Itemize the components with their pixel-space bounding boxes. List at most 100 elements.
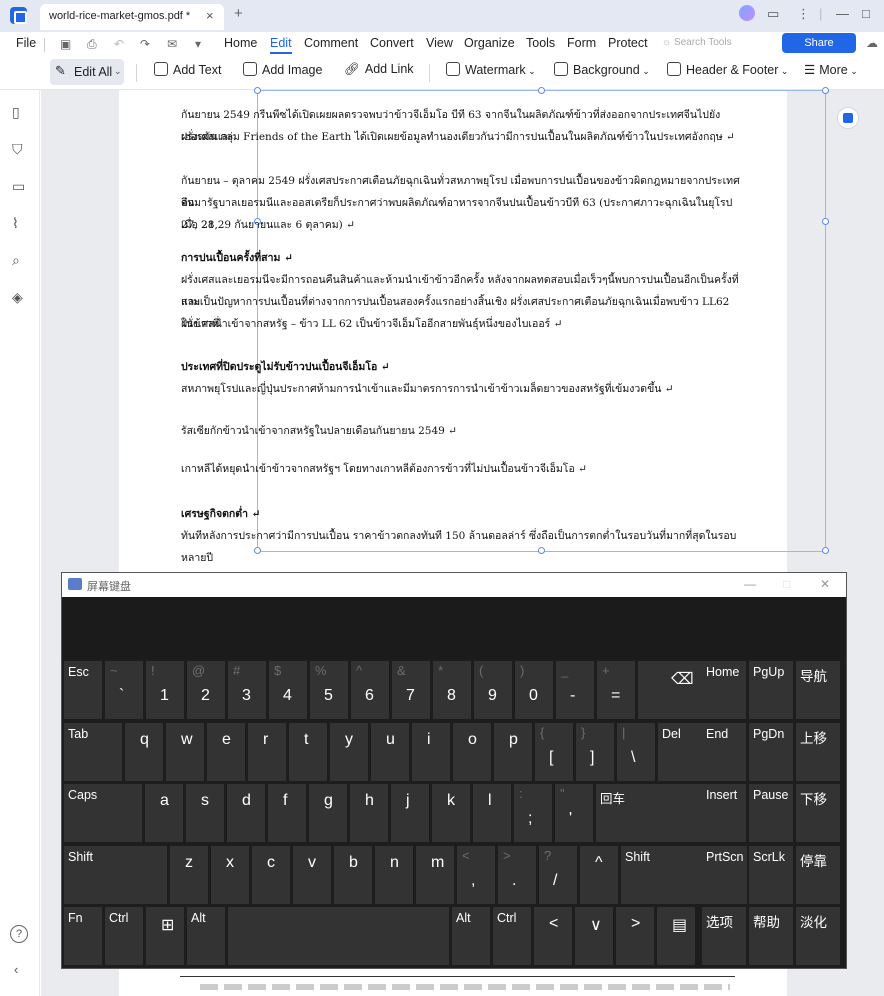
key-l[interactable]: l — [473, 784, 511, 842]
key-[interactable]: ^ — [580, 846, 618, 904]
key-Ctrl[interactable]: Ctrl — [493, 907, 531, 965]
key-[interactable]: _ - — [556, 661, 594, 719]
menu-form[interactable]: Form — [567, 36, 596, 50]
key-b[interactable]: b — [334, 846, 372, 904]
attachment-icon[interactable]: ⌇ — [12, 215, 19, 232]
page-thumbnail-icon[interactable]: ▯ — [12, 104, 20, 121]
paragraph-line[interactable]: ฝรั่งเศสนำเข้าจากสหรัฐ – ข้าว LL 62 เป็น… — [181, 313, 741, 335]
new-tab-icon[interactable]: + — [234, 5, 243, 22]
search-icon[interactable]: ⌕ — [12, 252, 20, 269]
key-[interactable]: ⌫ — [638, 661, 711, 719]
key-2[interactable]: @2 — [187, 661, 225, 719]
key-[interactable]: }] — [576, 723, 614, 781]
menu-comment[interactable]: Comment — [304, 36, 358, 50]
key-d[interactable]: d — [227, 784, 265, 842]
section-heading[interactable]: ประเทศที่ปิดประตูไม่รับข้าวปนเปื้อนจีเอ็… — [181, 356, 741, 378]
key-o[interactable]: o — [453, 723, 491, 781]
keyboard-title-bar[interactable]: 屏幕键盘 — □ ✕ — [62, 573, 846, 597]
background-dropdown[interactable]: Background ⌄ — [554, 62, 650, 77]
key-nav[interactable]: PgDn — [749, 723, 793, 781]
key-f[interactable]: f — [268, 784, 306, 842]
add-text-button[interactable]: Add Text — [154, 62, 221, 77]
key-nav[interactable]: 帮助 — [749, 907, 793, 965]
keyboard-minimize-icon[interactable]: — — [744, 577, 756, 591]
key-nav[interactable]: 下移 — [796, 784, 840, 842]
paragraph-line[interactable]: 27, 28 29 กันยายนและ 6 ตุลาคม) ↵ — [181, 214, 741, 236]
key-[interactable]: ~ ` — [105, 661, 143, 719]
key-Fn[interactable]: Fn — [64, 907, 102, 965]
key-m[interactable]: m — [416, 846, 454, 904]
key-Ctrl[interactable]: Ctrl — [105, 907, 143, 965]
key-nav[interactable]: 导航 — [796, 661, 840, 719]
key-5[interactable]: % 5 — [310, 661, 348, 719]
email-icon[interactable]: ✉ — [167, 37, 177, 51]
print-icon[interactable]: ⎙ — [87, 37, 97, 52]
resize-handle[interactable] — [822, 87, 829, 94]
key-nav[interactable]: PgUp — [749, 661, 793, 719]
paragraph-line[interactable]: รัสเซียกักข้าวนำเข้าจากสหรัฐในปลายเดือนก… — [181, 420, 741, 442]
key-3[interactable]: #3 — [228, 661, 266, 719]
key-i[interactable]: i — [412, 723, 450, 781]
resize-handle[interactable] — [822, 218, 829, 225]
key-r[interactable]: r — [248, 723, 286, 781]
avatar[interactable] — [739, 5, 755, 21]
section-heading[interactable]: เศรษฐกิจตกต่ำ ↵ — [181, 503, 741, 525]
key-x[interactable]: x — [211, 846, 249, 904]
header-footer-dropdown[interactable]: Header & Footer ⌄ — [667, 62, 788, 77]
paragraph-line[interactable]: ทันทีหลังการประกาศว่ามีการปนเปื้อน ราคาข… — [181, 525, 741, 569]
key-Esc[interactable]: Esc — [64, 661, 102, 719]
key-p[interactable]: p — [494, 723, 532, 781]
key-y[interactable]: y — [330, 723, 368, 781]
key-c[interactable]: c — [252, 846, 290, 904]
key-1[interactable]: ! 1 — [146, 661, 184, 719]
search-tools-input[interactable]: ☼ Search Tools — [662, 37, 732, 48]
cloud-sync-icon[interactable]: ☁ — [866, 36, 878, 50]
key-u[interactable]: u — [371, 723, 409, 781]
maximize-icon[interactable]: □ — [862, 6, 870, 21]
ai-assistant-icon[interactable] — [837, 107, 859, 129]
paragraph-line[interactable]: เกาหลีได้หยุดนำเข้าข้าวจากสหรัฐฯ โดยทางเ… — [181, 458, 741, 480]
key-0[interactable]: ) 0 — [515, 661, 553, 719]
key-nav[interactable]: 选项 — [702, 907, 746, 965]
key-7[interactable]: & 7 — [392, 661, 430, 719]
key-n[interactable]: n — [375, 846, 413, 904]
key-q[interactable]: q — [125, 723, 163, 781]
key-Alt[interactable]: Alt — [187, 907, 225, 965]
key-g[interactable]: g — [309, 784, 347, 842]
document-tab[interactable]: world-rice-market-gmos.pdf * × — [40, 4, 224, 30]
key-[interactable]: >. — [498, 846, 536, 904]
menu-edit[interactable]: Edit — [270, 36, 292, 50]
edit-all-button[interactable]: ✎ Edit All ⌄ — [50, 59, 124, 85]
key-nav[interactable]: 淡化 — [796, 907, 840, 965]
quick-access-dropdown-icon[interactable]: ▾ — [195, 37, 201, 51]
key-nav[interactable]: PrtScn — [702, 846, 746, 904]
key-space[interactable] — [228, 907, 449, 965]
key-Tab[interactable]: Tab — [64, 723, 122, 781]
layers-icon[interactable]: ◈ — [12, 289, 23, 306]
key-e[interactable]: e — [207, 723, 245, 781]
key-[interactable]: > — [616, 907, 654, 965]
menu-file[interactable]: File — [16, 36, 36, 50]
add-link-button[interactable]: 🔗︎ Add Link — [344, 62, 414, 77]
key-k[interactable]: k — [432, 784, 470, 842]
watermark-dropdown[interactable]: Watermark ⌄ — [446, 62, 536, 77]
menu-home[interactable]: Home — [224, 36, 257, 50]
paragraph-line[interactable]: สหภาพยุโรปและญี่ปุ่นประกาศห้ามการนำเข้าแ… — [181, 378, 741, 400]
section-heading[interactable]: การปนเปื้อนครั้งที่สาม ↵ — [181, 247, 741, 269]
minimize-icon[interactable]: — — [836, 6, 849, 21]
key-[interactable]: ∨ — [575, 907, 613, 965]
save-icon[interactable]: ▣ — [60, 37, 71, 51]
key-[interactable]: + = — [597, 661, 635, 719]
menu-convert[interactable]: Convert — [370, 36, 414, 50]
key-Shift[interactable]: Shift — [64, 846, 167, 904]
key-v[interactable]: v — [293, 846, 331, 904]
key-[interactable]: " ' — [555, 784, 593, 842]
key-6[interactable]: ^ 6 — [351, 661, 389, 719]
key-h[interactable]: h — [350, 784, 388, 842]
key-nav[interactable]: Home — [702, 661, 746, 719]
resize-handle[interactable] — [538, 87, 545, 94]
menu-tools[interactable]: Tools — [526, 36, 555, 50]
resize-handle[interactable] — [254, 87, 261, 94]
key-nav[interactable]: 上移 — [796, 723, 840, 781]
key-t[interactable]: t — [289, 723, 327, 781]
